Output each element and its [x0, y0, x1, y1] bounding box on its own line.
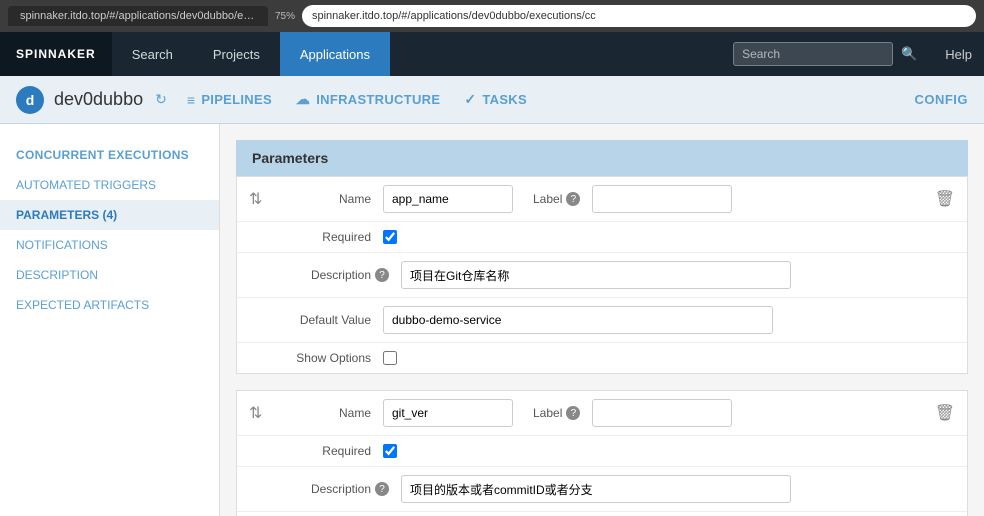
required-label-1: Required [281, 230, 371, 244]
app-nav: SPINNAKER Search Projects Applications 🔍… [0, 32, 984, 76]
app-logo: SPINNAKER [0, 32, 112, 76]
param-row-description-1: Description ? [237, 253, 967, 298]
header-tabs: ≡ PIPELINES ☁ INFRASTRUCTURE ✓ TASKS [187, 91, 911, 108]
label-label-1: Label [533, 192, 562, 206]
param-row-description-2: Description ? [237, 467, 967, 512]
browser-controls: 75% [276, 7, 294, 25]
desc-label-with-help-2: Description ? [281, 482, 389, 496]
desc-help-icon-1[interactable]: ? [375, 268, 389, 282]
tab-pipelines[interactable]: ≡ PIPELINES [187, 92, 272, 108]
name-label-2: Name [281, 406, 371, 420]
tab-tasks[interactable]: ✓ TASKS [464, 91, 527, 108]
parameters-section-header: Parameters [236, 140, 968, 176]
infrastructure-icon: ☁ [296, 91, 310, 108]
app-header: d dev0dubbo ↻ ≡ PIPELINES ☁ INFRASTRUCTU… [0, 76, 984, 124]
label-input-1[interactable] [592, 185, 732, 213]
nav-item-search[interactable]: Search [112, 32, 193, 76]
nav-item-projects[interactable]: Projects [193, 32, 280, 76]
param-row-showopts-1: Show Options [237, 343, 967, 373]
showopts-label-1: Show Options [281, 351, 371, 365]
description-input-2[interactable] [401, 475, 791, 503]
sidebar: CONCURRENT EXECUTIONS AUTOMATED TRIGGERS… [0, 124, 220, 516]
sidebar-item-automated-triggers[interactable]: AUTOMATED TRIGGERS [0, 170, 219, 200]
pipelines-icon: ≡ [187, 92, 195, 108]
delete-param-2[interactable]: 🗑 [935, 403, 955, 423]
description-input-1[interactable] [401, 261, 791, 289]
zoom-level: 75% [276, 7, 294, 25]
sidebar-item-parameters[interactable]: PARAMETERS (4) [0, 200, 219, 230]
description-label-1: Description [281, 268, 371, 282]
tasks-icon: ✓ [464, 91, 476, 108]
label-label-2: Label [533, 406, 562, 420]
label-help-icon-2[interactable]: ? [566, 406, 580, 420]
name-label-1: Name [281, 192, 371, 206]
label-with-help-2: Label ? [525, 406, 580, 420]
sort-handle-1[interactable]: ⇅ [249, 189, 269, 209]
config-button[interactable]: CONFIG [914, 92, 968, 107]
nav-search-input[interactable] [733, 42, 893, 66]
tab-infrastructure[interactable]: ☁ INFRASTRUCTURE [296, 91, 440, 108]
sort-handle-2[interactable]: ⇅ [249, 403, 269, 423]
showopts-checkbox-1[interactable] [383, 351, 397, 365]
sidebar-item-concurrent-executions[interactable]: CONCURRENT EXECUTIONS [0, 140, 219, 170]
nav-item-applications[interactable]: Applications [280, 32, 390, 76]
main-content: CONCURRENT EXECUTIONS AUTOMATED TRIGGERS… [0, 124, 984, 516]
search-icon: 🔍 [901, 46, 917, 62]
param-row-required-1: Required [237, 222, 967, 253]
app-name: dev0dubbo [54, 89, 143, 110]
label-input-2[interactable] [592, 399, 732, 427]
browser-tab: spinnaker.itdo.top/#/applications/dev0du… [8, 6, 268, 26]
param-row-name-2: ⇅ Name Label ? 🗑 [237, 391, 967, 436]
sidebar-item-notifications[interactable]: NOTIFICATIONS [0, 230, 219, 260]
required-checkbox-1[interactable] [383, 230, 397, 244]
param-row-name-1: ⇅ Name Label ? 🗑 [237, 177, 967, 222]
param-block-1: ⇅ Name Label ? 🗑 Required [236, 176, 968, 374]
required-checkbox-2[interactable] [383, 444, 397, 458]
url-bar[interactable] [302, 5, 976, 27]
param-row-required-2: Required [237, 436, 967, 467]
refresh-icon[interactable]: ↻ [155, 91, 167, 108]
sidebar-item-expected-artifacts[interactable]: EXPECTED ARTIFACTS [0, 290, 219, 320]
required-label-2: Required [281, 444, 371, 458]
delete-param-1[interactable]: 🗑 [935, 189, 955, 209]
default-label-1: Default Value [281, 313, 371, 327]
desc-help-icon-2[interactable]: ? [375, 482, 389, 496]
label-with-help-1: Label ? [525, 192, 580, 206]
browser-bar: spinnaker.itdo.top/#/applications/dev0du… [0, 0, 984, 32]
desc-label-with-help-1: Description ? [281, 268, 389, 282]
name-input-1[interactable] [383, 185, 513, 213]
param-row-default-2: Default Value [237, 512, 967, 516]
nav-search: 🔍 [717, 32, 933, 76]
nav-help: Help [933, 32, 984, 76]
param-row-default-1: Default Value [237, 298, 967, 343]
label-help-icon-1[interactable]: ? [566, 192, 580, 206]
sidebar-item-description[interactable]: DESCRIPTION [0, 260, 219, 290]
app-avatar: d [16, 86, 44, 114]
description-label-2: Description [281, 482, 371, 496]
name-input-2[interactable] [383, 399, 513, 427]
default-input-1[interactable] [383, 306, 773, 334]
param-block-2: ⇅ Name Label ? 🗑 Required [236, 390, 968, 516]
content-area: Parameters ⇅ Name Label ? 🗑 Required [220, 124, 984, 516]
